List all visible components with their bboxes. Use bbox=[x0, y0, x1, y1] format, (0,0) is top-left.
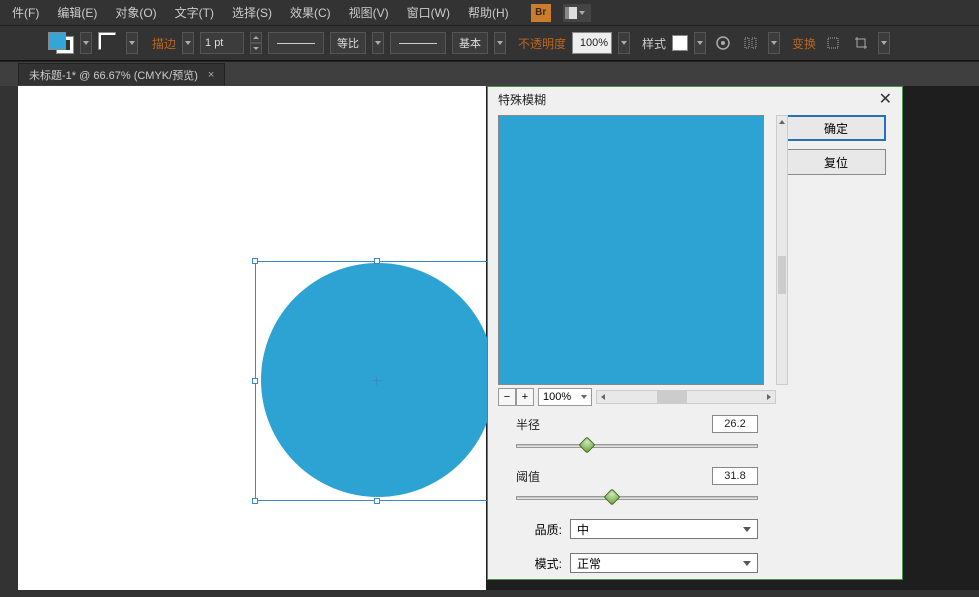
transform-label[interactable]: 变换 bbox=[792, 35, 816, 52]
brush-combo[interactable]: 基本 bbox=[452, 32, 488, 54]
resize-handle-tm[interactable] bbox=[374, 258, 380, 264]
zoom-out-button[interactable]: − bbox=[498, 388, 516, 406]
opacity-dropdown-icon[interactable] bbox=[618, 32, 630, 54]
scroll-right-icon[interactable] bbox=[763, 391, 775, 403]
preview-vscrollbar[interactable] bbox=[776, 115, 788, 385]
stroke-dropdown-icon[interactable] bbox=[126, 32, 138, 54]
close-icon[interactable]: × bbox=[208, 69, 214, 81]
stroke-only-swatch[interactable] bbox=[98, 32, 120, 54]
quality-row: 品质: 中 bbox=[516, 519, 758, 539]
document-tab[interactable]: 未标题-1* @ 66.67% (CMYK/预览) × bbox=[18, 63, 225, 85]
resize-handle-ml[interactable] bbox=[252, 378, 258, 384]
menu-effect[interactable]: 效果(C) bbox=[282, 1, 339, 24]
dialog-titlebar[interactable]: 特殊模糊 ✕ bbox=[488, 87, 902, 111]
stroke-width-spinner[interactable] bbox=[250, 32, 262, 54]
fill-stroke-swatch[interactable] bbox=[48, 32, 74, 54]
profile1-dropdown-icon[interactable] bbox=[372, 32, 384, 54]
workspace-switcher-icon[interactable] bbox=[563, 4, 591, 22]
zoom-in-button[interactable]: + bbox=[516, 388, 534, 406]
menu-file[interactable]: 件(F) bbox=[4, 1, 47, 24]
menu-type[interactable]: 文字(T) bbox=[167, 1, 222, 24]
resize-handle-bl[interactable] bbox=[252, 498, 258, 504]
fill-swatch[interactable] bbox=[48, 32, 66, 50]
reset-button[interactable]: 复位 bbox=[786, 149, 886, 175]
align-dropdown-icon[interactable] bbox=[768, 32, 780, 54]
resize-handle-bm[interactable] bbox=[374, 498, 380, 504]
threshold-row: 阈值 31.8 bbox=[516, 467, 758, 505]
style-dropdown-icon[interactable] bbox=[694, 32, 706, 54]
menu-select[interactable]: 选择(S) bbox=[224, 1, 280, 24]
radius-value[interactable]: 26.2 bbox=[712, 415, 758, 433]
smart-blur-dialog: 特殊模糊 ✕ − + 100% bbox=[487, 86, 903, 580]
preview-fill bbox=[499, 116, 763, 384]
stroke-profile-combo[interactable]: 等比 bbox=[330, 32, 366, 54]
opacity-input[interactable] bbox=[572, 32, 612, 54]
radius-slider-thumb[interactable] bbox=[579, 437, 596, 454]
scroll-up-icon[interactable] bbox=[777, 116, 787, 128]
quality-select[interactable]: 中 bbox=[570, 519, 758, 539]
preview-area[interactable] bbox=[498, 115, 764, 385]
style-swatch[interactable] bbox=[672, 35, 688, 51]
resize-handle-tl[interactable] bbox=[252, 258, 258, 264]
left-gutter bbox=[0, 86, 18, 590]
crop-icon[interactable] bbox=[850, 32, 872, 54]
threshold-slider[interactable] bbox=[516, 489, 758, 505]
stroke-width-input[interactable]: 1 pt bbox=[200, 32, 244, 54]
document-tab-bar: 未标题-1* @ 66.67% (CMYK/预览) × bbox=[0, 61, 979, 86]
preview-hscrollbar[interactable] bbox=[596, 390, 776, 404]
menu-bar: 件(F) 编辑(E) 对象(O) 文字(T) 选择(S) 效果(C) 视图(V)… bbox=[0, 0, 979, 25]
mode-row: 模式: 正常 bbox=[516, 553, 758, 573]
opacity-label: 不透明度 bbox=[518, 35, 566, 52]
zoom-combo[interactable]: 100% bbox=[538, 388, 592, 406]
dialog-title: 特殊模糊 bbox=[498, 91, 546, 108]
stroke-label: 描边 bbox=[152, 35, 176, 52]
quality-label: 品质: bbox=[516, 521, 562, 538]
ok-button[interactable]: 确定 bbox=[786, 115, 886, 141]
radius-label: 半径 bbox=[516, 416, 556, 433]
stroke-color-icon bbox=[98, 32, 116, 50]
center-point-icon bbox=[373, 377, 381, 385]
radius-slider[interactable] bbox=[516, 437, 758, 453]
document-tab-title: 未标题-1* @ 66.67% (CMYK/预览) bbox=[29, 67, 198, 83]
bridge-icon[interactable]: Br bbox=[531, 4, 551, 22]
stroke-panel-dropdown-icon[interactable] bbox=[182, 32, 194, 54]
align-icon[interactable] bbox=[740, 32, 762, 54]
hscroll-thumb[interactable] bbox=[657, 391, 687, 403]
profile2-dropdown-icon[interactable] bbox=[494, 32, 506, 54]
scroll-left-icon[interactable] bbox=[597, 391, 609, 403]
control-toolbar: 描边 1 pt 等比 基本 不透明度 样式 变换 bbox=[0, 25, 979, 61]
brush-sample[interactable] bbox=[390, 32, 446, 54]
selection-bounding-box[interactable] bbox=[255, 261, 498, 501]
menu-edit[interactable]: 编辑(E) bbox=[49, 1, 105, 24]
dialog-close-button[interactable]: ✕ bbox=[879, 89, 892, 109]
style-label: 样式 bbox=[642, 35, 666, 52]
radius-row: 半径 26.2 bbox=[516, 415, 758, 453]
isolate-icon[interactable] bbox=[822, 32, 844, 54]
recolor-icon[interactable] bbox=[712, 32, 734, 54]
crop-dropdown-icon[interactable] bbox=[878, 32, 890, 54]
threshold-label: 阈值 bbox=[516, 468, 556, 485]
mode-select[interactable]: 正常 bbox=[570, 553, 758, 573]
threshold-slider-thumb[interactable] bbox=[604, 489, 621, 506]
menu-window[interactable]: 窗口(W) bbox=[399, 1, 458, 24]
menu-object[interactable]: 对象(O) bbox=[107, 1, 164, 24]
threshold-value[interactable]: 31.8 bbox=[712, 467, 758, 485]
scroll-thumb[interactable] bbox=[778, 256, 786, 294]
stroke-profile-sample[interactable] bbox=[268, 32, 324, 54]
mode-label: 模式: bbox=[516, 555, 562, 572]
fill-dropdown-icon[interactable] bbox=[80, 32, 92, 54]
menu-view[interactable]: 视图(V) bbox=[341, 1, 397, 24]
menu-help[interactable]: 帮助(H) bbox=[460, 1, 517, 24]
